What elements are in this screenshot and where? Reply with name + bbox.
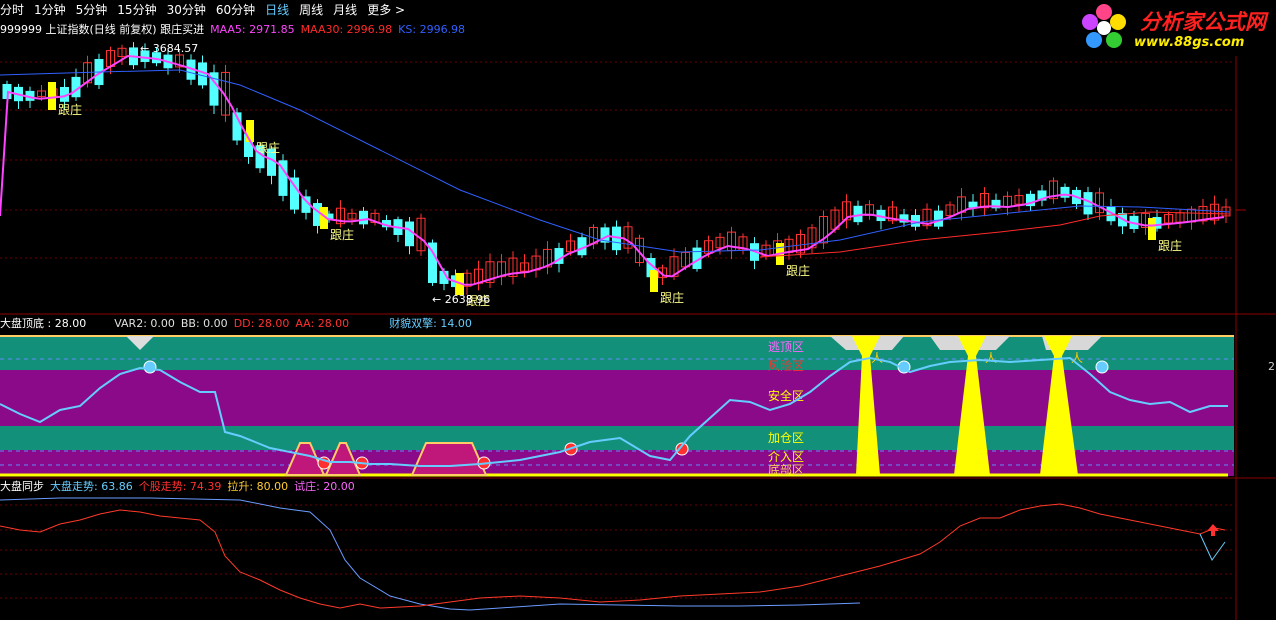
signal-ball <box>143 360 157 374</box>
right-axis-value: 2 <box>1268 360 1275 373</box>
signal-candle <box>48 82 56 110</box>
ks-line <box>0 69 1231 253</box>
zone-label: 逃顶区 <box>768 340 804 354</box>
signal-candle <box>1148 218 1156 240</box>
candle-body <box>968 201 978 208</box>
kline-chart-canvas[interactable]: 跟庄跟庄跟庄跟庄 跟庄跟庄跟庄← 3684.57← 2638.96逃顶区风险区安全… <box>0 0 1276 620</box>
zone-label: 风险区 <box>768 358 804 373</box>
signal-candle <box>650 270 658 292</box>
signal-label: 跟庄 <box>786 263 810 278</box>
zone-label: 底部区 <box>768 462 804 477</box>
zone-label: 安全区 <box>768 388 804 403</box>
tail-line <box>1199 533 1226 561</box>
zone-label: 介入区 <box>768 450 804 464</box>
signal-candle <box>246 120 254 142</box>
high-label: ← 3684.57 <box>140 42 198 55</box>
stock-trend-line <box>0 503 1226 609</box>
candle-body <box>405 221 414 247</box>
candle-body <box>853 205 863 223</box>
signal-label: 跟庄 <box>58 102 82 117</box>
signal-label: 跟庄 <box>330 227 354 242</box>
candles-group: 跟庄跟庄跟庄跟庄 跟庄跟庄跟庄 <box>2 42 1231 308</box>
topbottom-panel: 逃顶区风险区安全区加仓区介入区底部区人人人 <box>0 335 1234 477</box>
flower-logo-icon <box>1082 4 1126 48</box>
zone-label: 加仓区 <box>768 431 804 445</box>
low-label: ← 2638.96 <box>432 293 490 306</box>
signal-label: 跟庄 <box>1158 238 1182 253</box>
bottom-signal <box>410 442 488 476</box>
maa5-line <box>0 54 1225 286</box>
candle-body <box>359 210 368 225</box>
signal-ball <box>1095 360 1109 374</box>
logo-url: www.88gs.com <box>1134 35 1245 50</box>
runner-icon: 人 <box>985 351 997 365</box>
candle-body <box>934 210 943 227</box>
logo-title: 分析家公式网 <box>1140 10 1266 34</box>
signal-label: 跟庄 <box>660 290 684 305</box>
